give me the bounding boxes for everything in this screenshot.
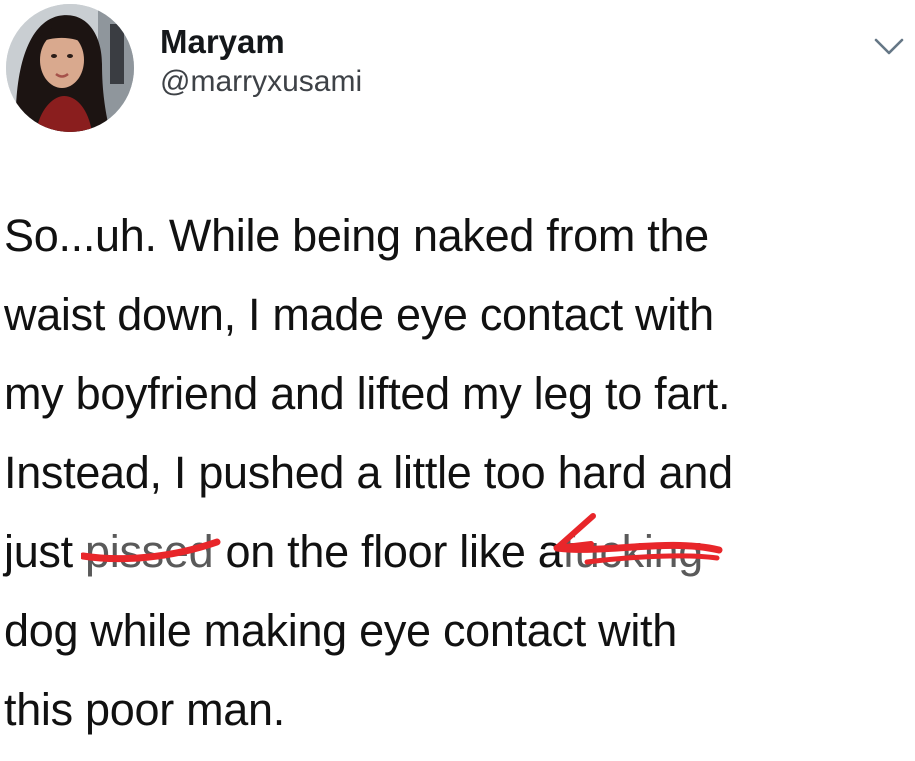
censored-word-text: fucking [562,526,704,577]
tweet-text: So...uh. While being naked from the wais… [4,196,909,749]
censored-word: pissed [81,512,221,591]
chevron-down-icon[interactable] [872,34,906,60]
author-handle[interactable]: @marryxusami [160,62,362,102]
tweet-text-line: dog while making eye contact with [4,605,677,656]
tweet-text-fragment: on the floor like a [213,526,563,577]
tweet-text-line-censored: just pissed on the floor like afucking [4,512,909,591]
author-info: Maryam @marryxusami [160,22,362,102]
tweet-text-line: Instead, I pushed a little too hard and [4,447,733,498]
tweet-text-line: So...uh. While being naked from the [4,210,709,261]
tweet-text-line: this poor man. [4,684,285,735]
avatar[interactable] [6,4,134,132]
tweet-card: Maryam @marryxusami So...uh. While being… [0,0,915,761]
avatar-photo [6,4,134,132]
tweet-text-line: waist down, I made eye contact with [4,289,714,340]
censored-word: fucking [553,512,723,591]
tweet-text-line: my boyfriend and lifted my leg to fart. [4,368,731,419]
tweet-text-fragment: just [4,526,86,577]
author-display-name[interactable]: Maryam [160,22,362,62]
censored-word-text: pissed [85,526,214,577]
